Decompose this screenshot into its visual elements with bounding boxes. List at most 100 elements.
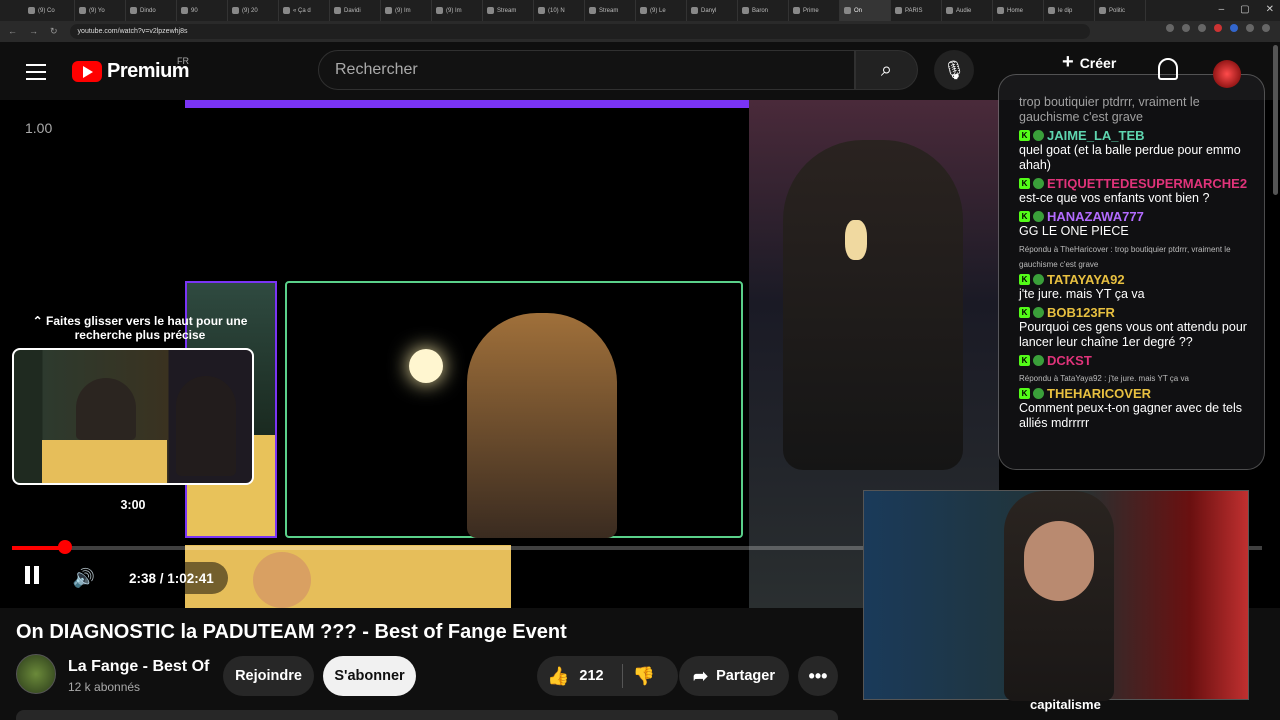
description-box[interactable] [16, 710, 838, 720]
browser-tab[interactable]: (9) Yo [75, 0, 126, 21]
tab-favicon-icon [385, 7, 392, 14]
browser-tab[interactable]: (9) Im [432, 0, 483, 21]
star-icon[interactable] [1198, 24, 1206, 32]
browser-tab[interactable]: Stream [483, 0, 534, 21]
tab-label: Baron [752, 7, 769, 14]
address-bar-row: ← → ↻ youtube.com/watch?v=v2lpzewhj8s [0, 21, 1280, 42]
lamp [409, 349, 443, 383]
extension-icon[interactable] [1246, 24, 1254, 32]
page-scrollbar[interactable] [1273, 45, 1278, 195]
share-arrow-icon: ➦ [693, 665, 709, 686]
user-avatar[interactable] [1213, 60, 1241, 88]
channel-avatar[interactable] [16, 654, 56, 694]
zoom-icon[interactable] [1166, 24, 1174, 32]
tab-label: (9) Im [395, 7, 411, 14]
search-input[interactable]: Rechercher [318, 50, 855, 90]
chat-message: K ETIQUETTEDESUPERMARCHE2 est-ce que vos e… [1019, 176, 1254, 206]
tab-favicon-icon [1048, 7, 1055, 14]
tab-label: Home [1007, 7, 1024, 14]
extension-icon[interactable] [1214, 24, 1222, 32]
thumbs-down-icon[interactable]: 👎 [633, 666, 655, 687]
maximize-icon[interactable]: ▢ [1240, 4, 1249, 15]
chat-message: Répondu à TheHaricover : trop boutiquier… [1019, 242, 1254, 302]
progress-fill [12, 546, 65, 550]
time-display: 2:38 / 1:02:41 [115, 562, 228, 594]
kick-badge-icon: K [1019, 388, 1030, 399]
notifications-icon[interactable] [1158, 58, 1178, 80]
join-button[interactable]: Rejoindre [223, 656, 314, 696]
scrubber-handle[interactable] [57, 540, 72, 554]
chat-message-text: est-ce que vos enfants vont bien ? [1019, 191, 1210, 205]
tab-label: Politic [1109, 7, 1126, 14]
youtube-premium-logo[interactable]: Premium FR [72, 56, 190, 83]
create-button[interactable]: + Créer [1062, 51, 1116, 74]
extension-icon[interactable] [1230, 24, 1238, 32]
chat-message-text: Pourquoi ces gens vous ont attendu pour … [1019, 320, 1247, 349]
search-button[interactable]: ⌕ [855, 50, 918, 90]
browser-tab[interactable]: Dindo [126, 0, 177, 21]
tab-favicon-icon [130, 7, 137, 14]
browser-tab[interactable]: (9) Co [24, 0, 75, 21]
tab-favicon-icon [691, 7, 698, 14]
profile-icon[interactable] [1262, 24, 1270, 32]
streamer-person [783, 140, 963, 470]
plus-icon: + [1062, 51, 1074, 73]
volume-button[interactable]: 🔊 [68, 562, 100, 594]
kick-badge-icon: K [1019, 274, 1030, 285]
tab-favicon-icon [283, 7, 290, 14]
browser-tab[interactable]: (9) Le [636, 0, 687, 21]
yellow-panel [185, 545, 511, 608]
emote-face [253, 552, 311, 608]
browser-tab[interactable]: (9) 20 [228, 0, 279, 21]
pause-button[interactable] [20, 562, 44, 592]
chat-message-text: quel goat (et la balle perdue pour emmo … [1019, 143, 1241, 172]
forward-icon[interactable]: → [29, 26, 38, 37]
subscriber-badge-icon [1033, 130, 1044, 141]
browser-tab[interactable]: « Ça d [279, 0, 330, 21]
tab-favicon-icon [79, 7, 86, 14]
tab-label: (10) N [548, 7, 565, 14]
tab-label: le dip [1058, 7, 1073, 14]
browser-tab[interactable]: Audie [942, 0, 993, 21]
tab-label: « Ça d [293, 7, 311, 14]
voice-search-button[interactable]: 🎙 [934, 50, 974, 90]
share-icon[interactable] [1182, 24, 1190, 32]
tab-label: Audie [956, 7, 972, 14]
browser-tab[interactable]: (10) N [534, 0, 585, 21]
channel-name[interactable]: La Fange - Best Of [68, 658, 209, 676]
tab-favicon-icon [487, 7, 494, 14]
browser-tab[interactable]: 90 [177, 0, 228, 21]
more-actions-button[interactable]: ••• [798, 656, 838, 696]
kick-badge-icon: K [1019, 355, 1030, 366]
browser-tab-bar: (9) Co (9) Yo Dindo 90 (9) 20 « Ça d Davidi (9… [0, 0, 1280, 21]
thumbs-up-icon[interactable]: 👍 [547, 666, 569, 687]
chat-reply-context: Répondu à TheHaricover : trop boutiquier… [1019, 245, 1231, 269]
tab-favicon-icon [538, 7, 545, 14]
address-bar[interactable]: youtube.com/watch?v=v2lpzewhj8s [69, 24, 1090, 39]
browser-tab[interactable]: PARIS [891, 0, 942, 21]
close-icon[interactable]: ✕ [1266, 4, 1274, 15]
browser-tab[interactable]: (9) Im [381, 0, 432, 21]
browser-tab[interactable]: Politic [1095, 0, 1146, 21]
tab-label: (9) Co [38, 7, 55, 14]
browser-tab[interactable]: Stream [585, 0, 636, 21]
browser-tab[interactable]: Prime [789, 0, 840, 21]
browser-tab[interactable]: le dip [1044, 0, 1095, 21]
subscribe-button[interactable]: S'abonner [323, 656, 416, 696]
browser-tab[interactable]: Danyl [687, 0, 738, 21]
pip-caption: capitalisme [1030, 697, 1101, 712]
back-icon[interactable]: ← [8, 26, 17, 37]
tab-favicon-icon [28, 7, 35, 14]
browser-tab[interactable]: On [840, 0, 891, 21]
browser-tab[interactable]: Baron [738, 0, 789, 21]
video-title: On DIAGNOSTIC la PADUTEAM ??? - Best of … [16, 621, 567, 643]
share-button[interactable]: ➦ Partager [679, 656, 789, 696]
menu-icon[interactable] [26, 64, 46, 85]
create-label: Créer [1079, 54, 1117, 71]
browser-tab[interactable]: Home [993, 0, 1044, 21]
search-placeholder: Rechercher [335, 61, 418, 78]
minimize-icon[interactable]: – [1219, 4, 1225, 15]
pip-face [1024, 521, 1094, 601]
browser-tab[interactable]: Davidi [330, 0, 381, 21]
reload-icon[interactable]: ↻ [50, 26, 58, 37]
